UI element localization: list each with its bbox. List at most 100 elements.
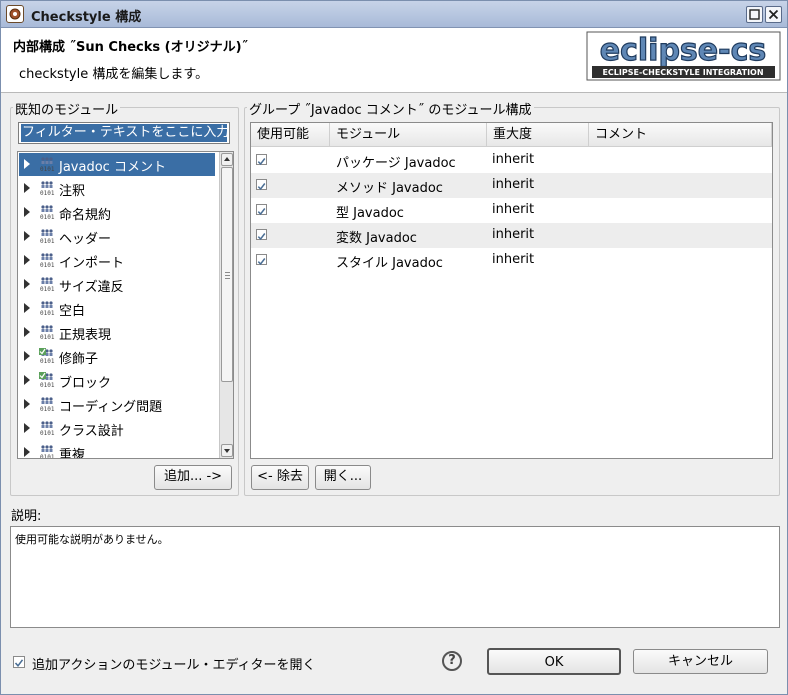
module-tree-item[interactable]: 0101 ヘッダー <box>19 225 215 248</box>
column-header-comment[interactable]: コメント <box>589 123 772 147</box>
open-module-button[interactable]: 開く... <box>315 465 371 490</box>
module-tree[interactable]: 0101 Javadoc コメント 0101 注釈 0101 命名規約 0101 ヘッダー 01… <box>17 151 234 459</box>
expand-arrow-icon[interactable] <box>24 327 30 337</box>
svg-text:0101: 0101 <box>40 214 55 220</box>
checkmark-icon <box>257 183 266 191</box>
open-editor-label[interactable]: 追加アクションのモジュール・エディターを開く <box>32 654 316 673</box>
module-enabled-checkbox[interactable] <box>256 229 267 241</box>
table-row[interactable]: 変数 Javadoc inherit <box>251 223 772 248</box>
module-tree-item[interactable]: 0101 重複 <box>19 441 215 458</box>
module-enabled-checkbox[interactable] <box>256 204 267 216</box>
filter-text: フィルター・テキストをここに入力 <box>21 124 227 142</box>
module-enabled-checkbox[interactable] <box>256 179 267 191</box>
module-enabled-checkbox[interactable] <box>256 154 267 166</box>
module-name-cell: パッケージ Javadoc <box>336 156 456 171</box>
svg-text:0101: 0101 <box>40 238 55 244</box>
checkmark-icon <box>257 208 266 216</box>
module-tree-item[interactable]: 0101 コーディング問題 <box>19 393 215 416</box>
module-name-cell: 型 Javadoc <box>336 206 404 221</box>
module-tree-item-label: インポート <box>59 256 125 271</box>
dialog-header: 内部構成 ˝Sun Checks (オリジナル)˝ checkstyle 構成を… <box>1 28 787 93</box>
known-modules-label: 既知のモジュール <box>13 99 121 118</box>
table-row[interactable]: メソッド Javadoc inherit <box>251 173 772 198</box>
module-group-icon: 0101 <box>39 444 55 458</box>
expand-arrow-icon[interactable] <box>24 351 30 361</box>
scroll-down-button[interactable] <box>221 444 233 457</box>
close-button[interactable] <box>765 6 782 23</box>
svg-text:0101: 0101 <box>40 286 55 292</box>
module-tree-item[interactable]: 0101 クラス設計 <box>19 417 215 440</box>
module-tree-item-label: 正規表現 <box>59 328 112 343</box>
maximize-button[interactable] <box>746 6 763 23</box>
module-tree-item-label: サイズ違反 <box>59 280 124 295</box>
column-header-enabled[interactable]: 使用可能 <box>251 123 330 147</box>
module-tree-item[interactable]: 0101 インポート <box>19 249 215 272</box>
module-group-icon: 0101 <box>39 324 55 344</box>
module-tree-item[interactable]: 0101 修飾子 <box>19 345 215 368</box>
checkstyle-config-dialog: Checkstyle 構成 内部構成 ˝Sun Checks (オリジナル)˝ … <box>0 0 788 695</box>
table-row[interactable]: スタイル Javadoc inherit <box>251 248 772 273</box>
expand-arrow-icon[interactable] <box>24 447 30 457</box>
module-enabled-checkbox[interactable] <box>256 254 267 266</box>
eclipse-cs-logo: eclipse-cs ECLIPSE-CHECKSTYLE INTEGRATIO… <box>586 31 781 81</box>
svg-text:0101: 0101 <box>40 190 55 196</box>
add-module-button[interactable]: 追加... -> <box>154 465 232 490</box>
module-tree-item[interactable]: 0101 命名規約 <box>19 201 215 224</box>
module-group-icon: 0101 <box>39 276 55 296</box>
severity-cell: inherit <box>492 227 535 242</box>
tree-scrollbar[interactable] <box>219 152 233 458</box>
expand-arrow-icon[interactable] <box>24 231 30 241</box>
module-tree-item-label: ブロック <box>59 376 112 391</box>
severity-cell: inherit <box>492 177 535 192</box>
expand-arrow-icon[interactable] <box>24 303 30 313</box>
table-row[interactable]: パッケージ Javadoc inherit <box>251 148 772 173</box>
scroll-up-button[interactable] <box>221 153 233 166</box>
svg-text:0101: 0101 <box>40 166 55 172</box>
expand-arrow-icon[interactable] <box>24 255 30 265</box>
maximize-icon <box>749 9 760 20</box>
expand-arrow-icon[interactable] <box>24 399 30 409</box>
scroll-thumb[interactable] <box>221 167 233 382</box>
module-tree-item[interactable]: 0101 ブロック <box>19 369 215 392</box>
module-group-icon: 0101 <box>39 228 55 248</box>
module-name-cell: スタイル Javadoc <box>336 256 443 271</box>
title-bar[interactable]: Checkstyle 構成 <box>1 1 787 28</box>
cancel-button[interactable]: キャンセル <box>633 649 768 674</box>
remove-module-button[interactable]: <- 除去 <box>251 465 309 490</box>
expand-arrow-icon[interactable] <box>24 423 30 433</box>
ok-button[interactable]: OK <box>487 648 621 675</box>
module-group-icon: 0101 <box>39 396 55 416</box>
column-header-module[interactable]: モジュール <box>330 123 487 147</box>
module-tree-item[interactable]: 0101 正規表現 <box>19 321 215 344</box>
module-group-icon: 0101 <box>39 420 55 440</box>
module-group-icon: 0101 <box>39 300 55 320</box>
expand-arrow-icon[interactable] <box>24 183 30 193</box>
module-tree-item[interactable]: 0101 Javadoc コメント <box>19 153 215 176</box>
open-editor-checkbox[interactable] <box>13 656 25 668</box>
window-title: Checkstyle 構成 <box>31 10 142 25</box>
module-tree-item-label: 注釈 <box>59 184 86 199</box>
severity-cell: inherit <box>492 152 535 167</box>
expand-arrow-icon[interactable] <box>24 375 30 385</box>
module-tree-item[interactable]: 0101 注釈 <box>19 177 215 200</box>
module-tree-item[interactable]: 0101 空白 <box>19 297 215 320</box>
expand-arrow-icon[interactable] <box>24 159 30 169</box>
module-config-table[interactable]: 使用可能 モジュール 重大度 コメント パッケージ Javadoc inherit… <box>250 122 773 459</box>
checkmark-icon <box>257 233 266 241</box>
module-tree-item[interactable]: 0101 サイズ違反 <box>19 273 215 296</box>
filter-input[interactable]: フィルター・テキストをここに入力 <box>18 122 230 144</box>
module-group-icon: 0101 <box>39 180 55 200</box>
module-group-checked-icon: 0101 <box>39 372 55 392</box>
help-icon[interactable]: ? <box>442 651 462 671</box>
module-tree-item-label: ヘッダー <box>59 232 112 247</box>
column-header-severity[interactable]: 重大度 <box>487 123 589 147</box>
arrow-up-icon <box>224 157 230 161</box>
checkstyle-app-icon <box>6 5 24 23</box>
expand-arrow-icon[interactable] <box>24 279 30 289</box>
module-tree-item-label: 空白 <box>59 304 86 319</box>
module-name-cell: メソッド Javadoc <box>336 181 443 196</box>
table-row[interactable]: 型 Javadoc inherit <box>251 198 772 223</box>
expand-arrow-icon[interactable] <box>24 207 30 217</box>
module-tree-item-label: クラス設計 <box>59 424 124 439</box>
module-group-icon: 0101 <box>39 204 55 224</box>
